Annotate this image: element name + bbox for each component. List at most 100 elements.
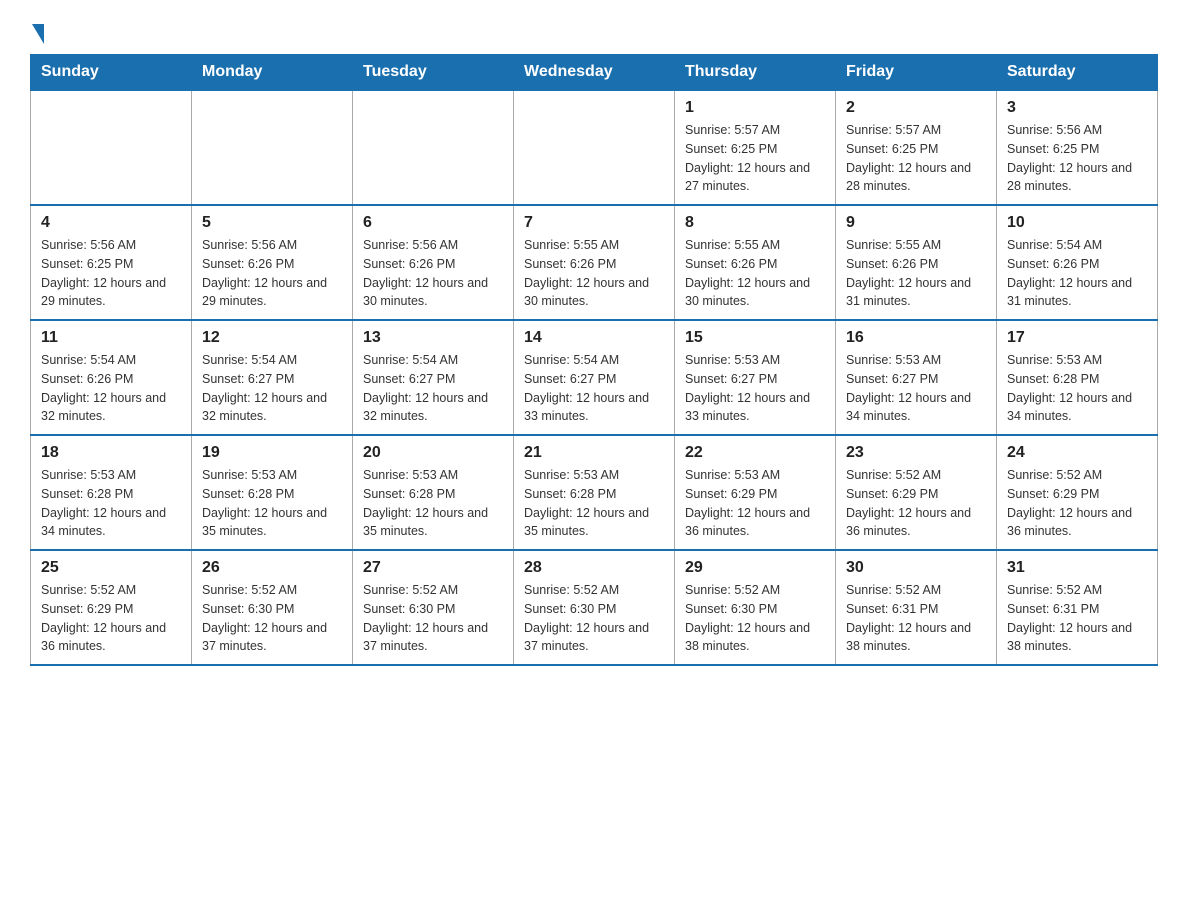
calendar-cell: 12Sunrise: 5:54 AM Sunset: 6:27 PM Dayli… xyxy=(192,320,353,435)
calendar-week-row: 18Sunrise: 5:53 AM Sunset: 6:28 PM Dayli… xyxy=(31,435,1158,550)
calendar-cell: 9 Sunrise: 5:55 AM Sunset: 6:26 PM Daylig… xyxy=(836,205,997,320)
day-info: Sunrise: 5:53 AM Sunset: 6:28 PM Dayligh… xyxy=(202,466,342,541)
day-info: Sunrise: 5:53 AM Sunset: 6:29 PM Dayligh… xyxy=(685,466,825,541)
calendar-cell: 22 Sunrise: 5:53 AM Sunset: 6:29 PM Dayli… xyxy=(675,435,836,550)
day-info: Sunrise: 5:54 AM Sunset: 6:26 PM Dayligh… xyxy=(41,351,181,426)
column-header-sunday: Sunday xyxy=(31,55,192,91)
day-number: 24 xyxy=(1007,444,1147,462)
calendar-cell: 31 Sunrise: 5:52 AM Sunset: 6:31 PM Dayli… xyxy=(997,550,1158,665)
day-number: 6 xyxy=(363,214,503,232)
day-info: Sunrise: 5:52 AM Sunset: 6:29 PM Dayligh… xyxy=(1007,466,1147,541)
day-info: Sunrise: 5:57 AM Sunset: 6:25 PM Dayligh… xyxy=(685,121,825,196)
calendar-header-row: SundayMondayTuesdayWednesdayThursdayFrid… xyxy=(31,55,1158,91)
day-info: Sunrise: 5:53 AM Sunset: 6:28 PM Dayligh… xyxy=(363,466,503,541)
calendar-cell: 11 Sunrise: 5:54 AM Sunset: 6:26 PM Dayli… xyxy=(31,320,192,435)
day-number: 11 xyxy=(41,329,181,347)
calendar-cell: 16 Sunrise: 5:53 AM Sunset: 6:27 PM Dayli… xyxy=(836,320,997,435)
calendar-cell: 29 Sunrise: 5:52 AM Sunset: 6:30 PM Dayli… xyxy=(675,550,836,665)
calendar-cell: 24 Sunrise: 5:52 AM Sunset: 6:29 PM Dayli… xyxy=(997,435,1158,550)
day-info: Sunrise: 5:52 AM Sunset: 6:31 PM Dayligh… xyxy=(1007,581,1147,656)
calendar-cell: 1 Sunrise: 5:57 AM Sunset: 6:25 PM Daylig… xyxy=(675,90,836,205)
calendar-week-row: 1 Sunrise: 5:57 AM Sunset: 6:25 PM Daylig… xyxy=(31,90,1158,205)
day-info: Sunrise: 5:52 AM Sunset: 6:29 PM Dayligh… xyxy=(41,581,181,656)
day-info: Sunrise: 5:55 AM Sunset: 6:26 PM Dayligh… xyxy=(685,236,825,311)
column-header-monday: Monday xyxy=(192,55,353,91)
calendar-week-row: 25Sunrise: 5:52 AM Sunset: 6:29 PM Dayli… xyxy=(31,550,1158,665)
day-number: 21 xyxy=(524,444,664,462)
day-number: 9 xyxy=(846,214,986,232)
logo-triangle-icon xyxy=(32,24,44,44)
calendar-cell: 30 Sunrise: 5:52 AM Sunset: 6:31 PM Dayli… xyxy=(836,550,997,665)
day-info: Sunrise: 5:52 AM Sunset: 6:29 PM Dayligh… xyxy=(846,466,986,541)
calendar-cell: 25Sunrise: 5:52 AM Sunset: 6:29 PM Dayli… xyxy=(31,550,192,665)
calendar-cell xyxy=(31,90,192,205)
calendar-cell: 26 Sunrise: 5:52 AM Sunset: 6:30 PM Dayli… xyxy=(192,550,353,665)
day-info: Sunrise: 5:57 AM Sunset: 6:25 PM Dayligh… xyxy=(846,121,986,196)
calendar-cell: 3 Sunrise: 5:56 AM Sunset: 6:25 PM Daylig… xyxy=(997,90,1158,205)
day-number: 22 xyxy=(685,444,825,462)
calendar-cell: 13 Sunrise: 5:54 AM Sunset: 6:27 PM Dayli… xyxy=(353,320,514,435)
page-header xyxy=(30,20,1158,44)
calendar-cell: 23Sunrise: 5:52 AM Sunset: 6:29 PM Dayli… xyxy=(836,435,997,550)
calendar-cell: 7Sunrise: 5:55 AM Sunset: 6:26 PM Daylig… xyxy=(514,205,675,320)
calendar-cell: 4Sunrise: 5:56 AM Sunset: 6:25 PM Daylig… xyxy=(31,205,192,320)
calendar-cell xyxy=(353,90,514,205)
day-info: Sunrise: 5:53 AM Sunset: 6:27 PM Dayligh… xyxy=(846,351,986,426)
day-number: 3 xyxy=(1007,99,1147,117)
day-info: Sunrise: 5:56 AM Sunset: 6:25 PM Dayligh… xyxy=(41,236,181,311)
logo xyxy=(30,20,44,44)
calendar-cell: 19 Sunrise: 5:53 AM Sunset: 6:28 PM Dayli… xyxy=(192,435,353,550)
day-number: 28 xyxy=(524,559,664,577)
calendar-cell: 27 Sunrise: 5:52 AM Sunset: 6:30 PM Dayli… xyxy=(353,550,514,665)
day-number: 30 xyxy=(846,559,986,577)
calendar-cell xyxy=(192,90,353,205)
day-info: Sunrise: 5:52 AM Sunset: 6:31 PM Dayligh… xyxy=(846,581,986,656)
day-info: Sunrise: 5:54 AM Sunset: 6:27 PM Dayligh… xyxy=(202,351,342,426)
day-info: Sunrise: 5:53 AM Sunset: 6:28 PM Dayligh… xyxy=(1007,351,1147,426)
column-header-thursday: Thursday xyxy=(675,55,836,91)
calendar-cell: 5 Sunrise: 5:56 AM Sunset: 6:26 PM Daylig… xyxy=(192,205,353,320)
day-number: 1 xyxy=(685,99,825,117)
day-info: Sunrise: 5:56 AM Sunset: 6:26 PM Dayligh… xyxy=(202,236,342,311)
calendar-cell: 6 Sunrise: 5:56 AM Sunset: 6:26 PM Daylig… xyxy=(353,205,514,320)
day-number: 31 xyxy=(1007,559,1147,577)
day-info: Sunrise: 5:54 AM Sunset: 6:27 PM Dayligh… xyxy=(524,351,664,426)
calendar-cell: 20 Sunrise: 5:53 AM Sunset: 6:28 PM Dayli… xyxy=(353,435,514,550)
calendar-cell: 10Sunrise: 5:54 AM Sunset: 6:26 PM Dayli… xyxy=(997,205,1158,320)
calendar-week-row: 4Sunrise: 5:56 AM Sunset: 6:25 PM Daylig… xyxy=(31,205,1158,320)
day-info: Sunrise: 5:54 AM Sunset: 6:27 PM Dayligh… xyxy=(363,351,503,426)
day-number: 19 xyxy=(202,444,342,462)
calendar-cell: 15 Sunrise: 5:53 AM Sunset: 6:27 PM Dayli… xyxy=(675,320,836,435)
day-number: 14 xyxy=(524,329,664,347)
day-info: Sunrise: 5:56 AM Sunset: 6:25 PM Dayligh… xyxy=(1007,121,1147,196)
day-number: 7 xyxy=(524,214,664,232)
calendar-cell: 18Sunrise: 5:53 AM Sunset: 6:28 PM Dayli… xyxy=(31,435,192,550)
day-info: Sunrise: 5:52 AM Sunset: 6:30 PM Dayligh… xyxy=(685,581,825,656)
column-header-friday: Friday xyxy=(836,55,997,91)
day-number: 20 xyxy=(363,444,503,462)
day-number: 27 xyxy=(363,559,503,577)
calendar-cell xyxy=(514,90,675,205)
column-header-wednesday: Wednesday xyxy=(514,55,675,91)
day-number: 10 xyxy=(1007,214,1147,232)
calendar-cell: 17Sunrise: 5:53 AM Sunset: 6:28 PM Dayli… xyxy=(997,320,1158,435)
day-number: 29 xyxy=(685,559,825,577)
day-info: Sunrise: 5:52 AM Sunset: 6:30 PM Dayligh… xyxy=(202,581,342,656)
day-number: 26 xyxy=(202,559,342,577)
day-number: 16 xyxy=(846,329,986,347)
calendar-cell: 28Sunrise: 5:52 AM Sunset: 6:30 PM Dayli… xyxy=(514,550,675,665)
day-number: 8 xyxy=(685,214,825,232)
calendar-cell: 2Sunrise: 5:57 AM Sunset: 6:25 PM Daylig… xyxy=(836,90,997,205)
day-info: Sunrise: 5:53 AM Sunset: 6:27 PM Dayligh… xyxy=(685,351,825,426)
day-number: 5 xyxy=(202,214,342,232)
column-header-tuesday: Tuesday xyxy=(353,55,514,91)
day-info: Sunrise: 5:53 AM Sunset: 6:28 PM Dayligh… xyxy=(41,466,181,541)
calendar-week-row: 11 Sunrise: 5:54 AM Sunset: 6:26 PM Dayli… xyxy=(31,320,1158,435)
calendar-table: SundayMondayTuesdayWednesdayThursdayFrid… xyxy=(30,54,1158,666)
day-number: 15 xyxy=(685,329,825,347)
calendar-cell: 8 Sunrise: 5:55 AM Sunset: 6:26 PM Daylig… xyxy=(675,205,836,320)
day-info: Sunrise: 5:56 AM Sunset: 6:26 PM Dayligh… xyxy=(363,236,503,311)
day-number: 13 xyxy=(363,329,503,347)
day-info: Sunrise: 5:52 AM Sunset: 6:30 PM Dayligh… xyxy=(363,581,503,656)
day-info: Sunrise: 5:55 AM Sunset: 6:26 PM Dayligh… xyxy=(846,236,986,311)
